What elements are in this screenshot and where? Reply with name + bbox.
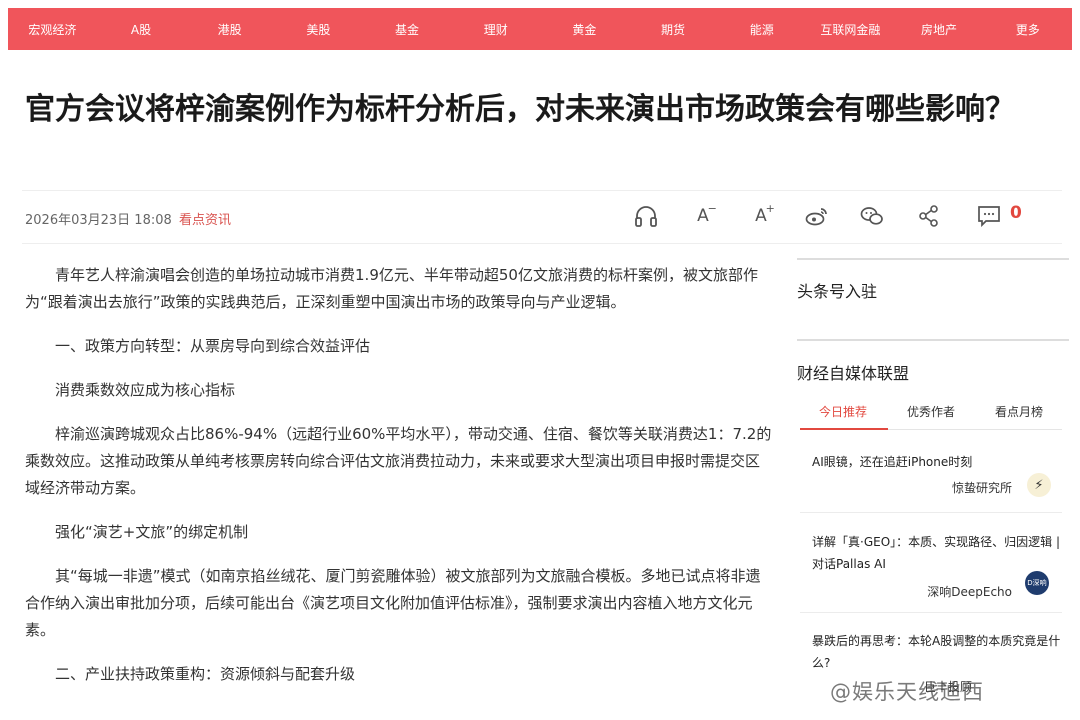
- tab-top-authors[interactable]: 优秀作者: [888, 403, 974, 420]
- comment-button[interactable]: [975, 203, 1003, 229]
- article-paragraph: 梓渝巡演跨城观众占比86%-94%（远超行业60%平均水平），带动交通、住宿、餐…: [25, 425, 772, 497]
- article-section-heading: 二、产业扶持政策重构：资源倾斜与配套升级: [55, 665, 356, 683]
- nav-item-real-estate[interactable]: 房地产: [895, 21, 984, 38]
- article-paragraph: 其“每城一非遗”模式（如南京掐丝绒花、厦门剪瓷雕体验）被文旅部列为文旅融合模板。…: [25, 567, 761, 639]
- headphones-icon: [635, 206, 657, 227]
- nav-item-macro[interactable]: 宏观经济: [8, 21, 97, 38]
- toutiao-join-title[interactable]: 头条号入驻: [797, 278, 877, 302]
- deepecho-logo: D深响: [1025, 571, 1049, 595]
- card-author[interactable]: 深响DeepEcho: [800, 583, 1062, 600]
- font-increase-icon: A +: [755, 202, 775, 226]
- publish-date: 2026年03月23日 18:08: [25, 213, 172, 228]
- nav-item-gold[interactable]: 黄金: [540, 21, 629, 38]
- nav-item-futures[interactable]: 期货: [629, 21, 718, 38]
- nav-item-us-stocks[interactable]: 美股: [274, 21, 363, 38]
- nav-item-energy[interactable]: 能源: [717, 21, 806, 38]
- weibo-share-button[interactable]: [803, 203, 831, 229]
- weibo-icon: [805, 208, 827, 226]
- top-nav-bar: 宏观经济 A股 港股 美股 基金 理财 黄金 期货 能源 互联网金融 房地产 更…: [8, 8, 1072, 50]
- listen-button[interactable]: [632, 203, 660, 229]
- divider: [800, 512, 1062, 513]
- font-decrease-icon: A −: [697, 202, 717, 226]
- list-item[interactable]: 详解「真·GEO」：本质、实现路径、归因逻辑 | 对话Pallas AI 深响D…: [800, 531, 1062, 600]
- nav-item-more[interactable]: 更多: [983, 21, 1072, 38]
- divider: [800, 612, 1062, 613]
- sidebar-tabs: 今日推荐 优秀作者 看点月榜: [800, 403, 1062, 420]
- comment-icon: [978, 206, 1000, 227]
- article-source[interactable]: 看点资讯: [179, 209, 231, 228]
- nav-item-a-shares[interactable]: A股: [97, 21, 186, 38]
- nav-item-hk-stocks[interactable]: 港股: [185, 21, 274, 38]
- article-section-heading: 一、政策方向转型：从票房导向到综合效益评估: [55, 337, 371, 355]
- lightning-icon: ⚡: [1027, 473, 1051, 497]
- finance-alliance-title: 财经自媒体联盟: [797, 364, 910, 383]
- divider: [22, 243, 1062, 244]
- active-tab-indicator: [800, 428, 888, 430]
- nav-item-wealth[interactable]: 理财: [451, 21, 540, 38]
- sidebar-divider: [797, 339, 1069, 341]
- wechat-icon: [860, 207, 883, 225]
- font-increase-button[interactable]: A +: [748, 202, 775, 229]
- nav-item-funds[interactable]: 基金: [363, 21, 452, 38]
- share-button[interactable]: [916, 203, 942, 229]
- divider: [22, 190, 1062, 191]
- tab-today-recommend[interactable]: 今日推荐: [800, 403, 886, 420]
- article-title: 官方会议将梓渝案例作为标杆分析后，对未来演出市场政策会有哪些影响？: [25, 92, 1015, 127]
- weibo-watermark: @娱乐天线迪西: [830, 680, 984, 704]
- share-icon: [919, 205, 938, 227]
- tab-monthly-ranking[interactable]: 看点月榜: [976, 403, 1062, 420]
- article-body: 青年艺人梓渝演唱会创造的单场拉动城市消费1.9亿元、半年带动超50亿文旅消费的标…: [25, 262, 773, 705]
- card-title[interactable]: 暴跌后的再思考：本轮A股调整的本质究竟是什么?: [800, 630, 1062, 674]
- article-subheading: 强化“演艺+文旅”的绑定机制: [55, 523, 249, 541]
- card-title[interactable]: 详解「真·GEO」：本质、实现路径、归因逻辑 | 对话Pallas AI: [800, 531, 1062, 575]
- card-title[interactable]: AI眼镜，还在追赶iPhone时刻: [800, 451, 1062, 473]
- sidebar-divider: [797, 258, 1069, 260]
- list-item[interactable]: AI眼镜，还在追赶iPhone时刻 惊蛰研究所: [800, 451, 1062, 496]
- nav-item-internet-finance[interactable]: 互联网金融: [806, 21, 895, 38]
- article-paragraph: 青年艺人梓渝演唱会创造的单场拉动城市消费1.9亿元、半年带动超50亿文旅消费的标…: [25, 266, 758, 311]
- wechat-share-button[interactable]: [858, 203, 886, 229]
- article-subheading: 消费乘数效应成为核心指标: [55, 381, 236, 399]
- card-author[interactable]: 惊蛰研究所: [800, 479, 1062, 496]
- font-decrease-button[interactable]: A −: [690, 202, 717, 229]
- comment-count[interactable]: 0: [1010, 203, 1022, 223]
